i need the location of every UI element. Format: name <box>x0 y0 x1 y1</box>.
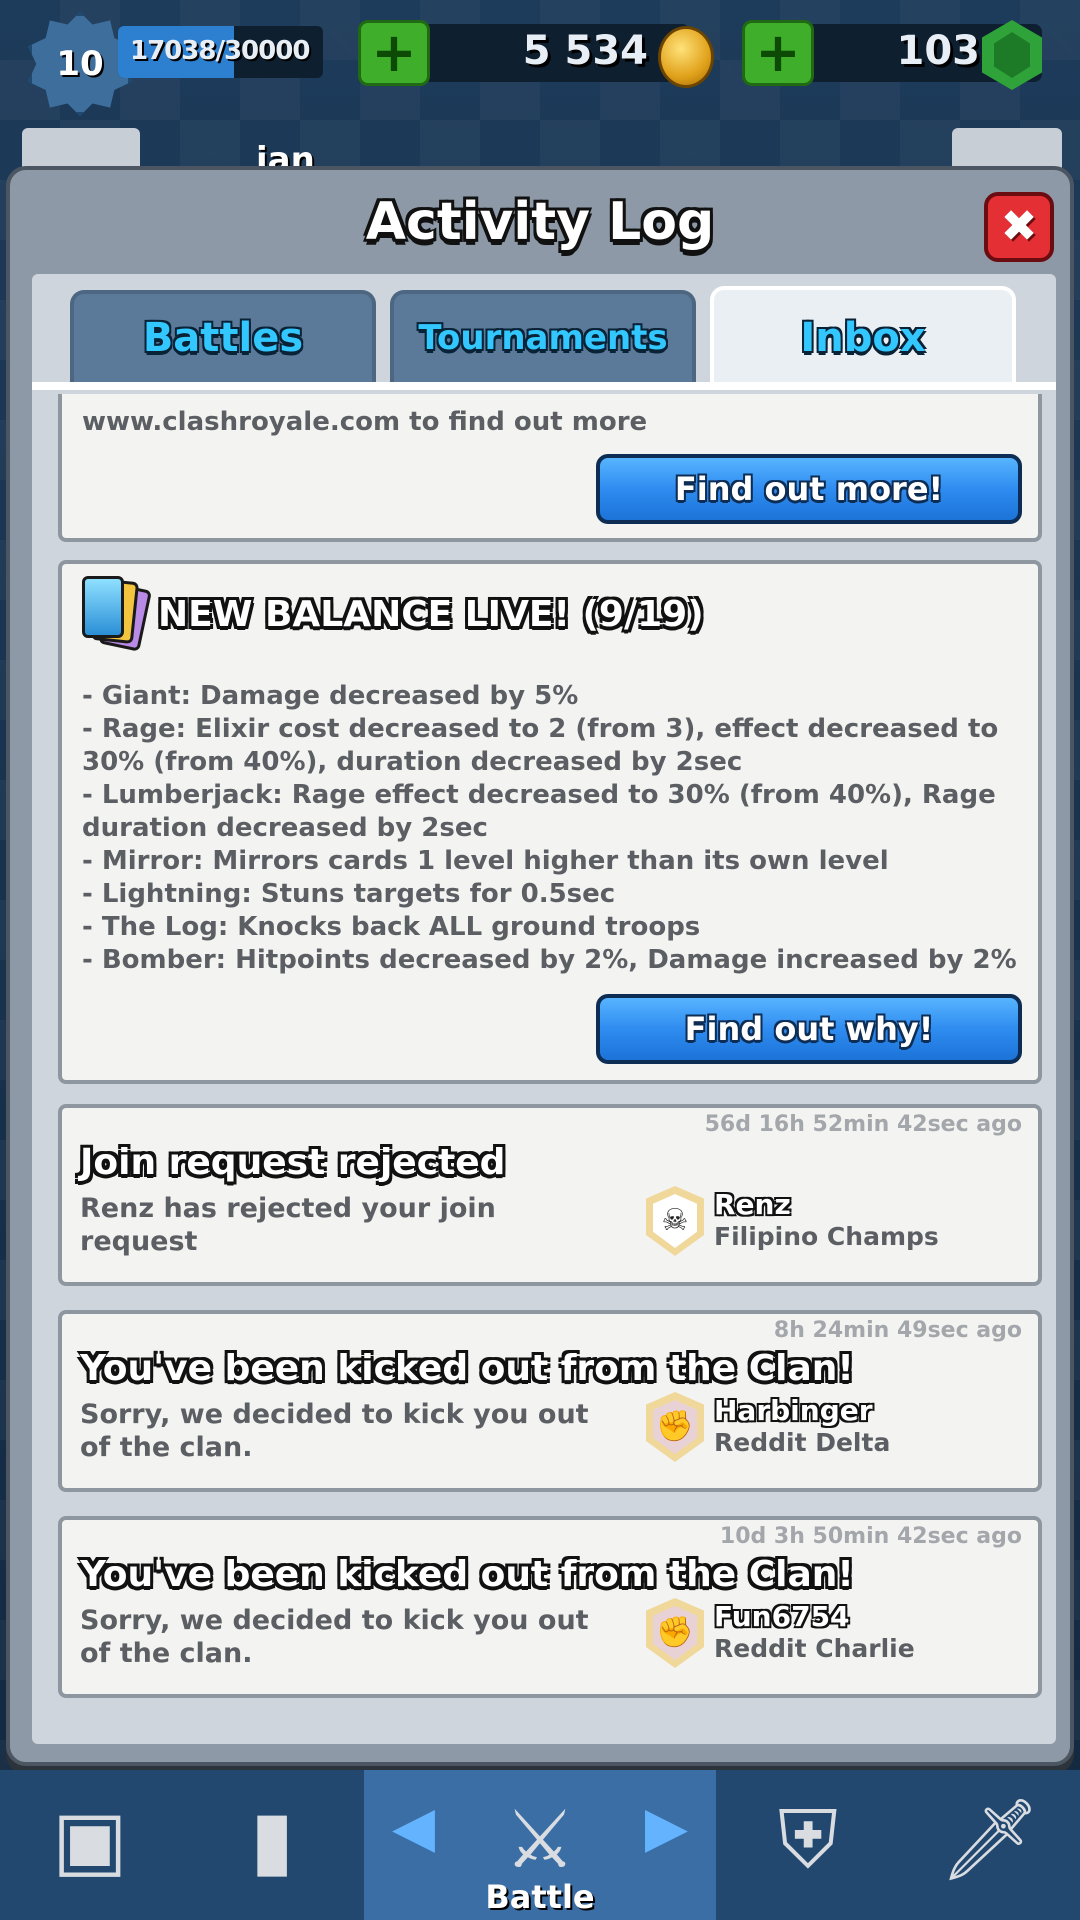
tab-underline <box>32 382 1056 390</box>
balance-line: - Bomber: Hitpoints decreased by 2%, Dam… <box>82 945 1017 975</box>
cards-icon <box>76 572 152 652</box>
gold-value: 5 534 <box>522 28 648 74</box>
message-timestamp: 10d 3h 50min 42sec ago <box>719 1524 1022 1549</box>
news-card-partial: www.clashroyale.com to find out more Fin… <box>58 394 1042 542</box>
message-body: Renz has rejected your join request <box>80 1193 496 1257</box>
message-player: Renz <box>714 1188 791 1221</box>
message-clan: Filipino Champs <box>714 1222 939 1251</box>
plus-icon: + <box>755 21 801 84</box>
find-out-more-button[interactable]: Find out more! <box>596 454 1022 524</box>
balance-line: - Lightning: Stuns targets for 0.5sec <box>82 879 616 909</box>
message-timestamp: 8h 24min 49sec ago <box>773 1318 1022 1343</box>
inbox-message[interactable]: 56d 16h 52min 42sec ago Join request rej… <box>58 1104 1042 1286</box>
balance-line: - Lumberjack: Rage effect decreased to 3… <box>82 780 996 843</box>
chest-icon: ▣ <box>52 1793 128 1886</box>
add-gold-button[interactable]: + <box>358 20 430 86</box>
xp-text: 17038/30000 <box>130 36 310 66</box>
balance-line: - Mirror: Mirrors cards 1 level higher t… <box>82 846 889 876</box>
balance-news-card: NEW BALANCE LIVE! (9/19) - Giant: Damage… <box>58 560 1042 1084</box>
chevron-left-icon: ◀ <box>392 1795 436 1860</box>
nav-cards[interactable]: ▮ <box>180 1770 367 1920</box>
gold-coin-icon <box>658 26 714 88</box>
fist-badge-icon: ✊ <box>646 1598 704 1668</box>
chevron-right-icon: ▶ <box>644 1795 688 1860</box>
balance-title: NEW BALANCE LIVE! (9/19) <box>158 594 704 635</box>
laurel-sword-icon: 🗡 <box>939 1793 1041 1886</box>
bottom-nav: ▣ ▮ ◀ ⚔ ▶ Battle ⛨ 🗡 <box>0 1770 1080 1920</box>
tab-inbox[interactable]: Inbox <box>710 286 1016 386</box>
message-title: Join request rejected <box>80 1142 506 1183</box>
top-hud: 10 17038/30000 + 5 534 + 103 <box>0 0 1080 116</box>
balance-line: - Rage: Elixir cost decreased to 2 (from… <box>82 714 999 777</box>
message-body: Sorry, we decided to kick you out of the… <box>80 1399 589 1463</box>
balance-line: - The Log: Knocks back ALL ground troops <box>82 912 701 942</box>
balance-notes: - Giant: Damage decreased by 5% - Rage: … <box>82 680 1032 977</box>
find-out-why-button[interactable]: Find out why! <box>596 994 1022 1064</box>
nav-tournaments[interactable]: 🗡 <box>900 1770 1080 1920</box>
nav-shop[interactable]: ▣ <box>0 1770 183 1920</box>
tab-battles[interactable]: Battles <box>70 290 376 382</box>
nav-clan[interactable]: ⛨ <box>716 1770 903 1920</box>
crossed-swords-icon: ⚔ <box>504 1793 576 1886</box>
message-title: You've been kicked out from the Clan! <box>80 1554 854 1595</box>
close-button[interactable]: ✖ <box>984 192 1054 262</box>
inbox-message[interactable]: 10d 3h 50min 42sec ago You've been kicke… <box>58 1516 1042 1698</box>
fist-badge-icon: ✊ <box>646 1392 704 1462</box>
message-clan: Reddit Charlie <box>714 1634 915 1663</box>
balance-line: - Giant: Damage decreased by 5% <box>82 681 579 711</box>
message-clan: Reddit Delta <box>714 1428 891 1457</box>
clan-shield-icon: ⛨ <box>778 1793 838 1886</box>
activity-log-modal: Activity Log ✖ Battles Tournaments Inbox… <box>6 166 1074 1766</box>
xp-bar: 17038/30000 <box>118 26 323 78</box>
modal-title: Activity Log <box>365 192 715 252</box>
message-body: Sorry, we decided to kick you out of the… <box>80 1605 589 1669</box>
message-title: You've been kicked out from the Clan! <box>80 1348 854 1389</box>
inbox-message[interactable]: 8h 24min 49sec ago You've been kicked ou… <box>58 1310 1042 1492</box>
nav-battle-label: Battle <box>485 1878 595 1916</box>
close-icon: ✖ <box>1000 201 1038 252</box>
level-number: 10 <box>56 44 104 84</box>
nav-battle[interactable]: ◀ ⚔ ▶ Battle <box>364 1770 719 1920</box>
add-gems-button[interactable]: + <box>742 20 814 86</box>
modal-panel: Battles Tournaments Inbox www.clashroyal… <box>32 274 1056 1744</box>
message-player: Harbinger <box>714 1394 873 1427</box>
plus-icon: + <box>371 21 417 84</box>
skull-badge-icon: ☠ <box>646 1186 704 1256</box>
inbox-list[interactable]: www.clashroyale.com to find out more Fin… <box>32 394 1056 1744</box>
message-player: Fun6754 <box>714 1600 850 1633</box>
cards-icon: ▮ <box>249 1793 295 1886</box>
tab-tournaments[interactable]: Tournaments <box>390 290 696 382</box>
message-timestamp: 56d 16h 52min 42sec ago <box>704 1112 1022 1137</box>
gem-value: 103 <box>896 28 981 74</box>
news-card-text: www.clashroyale.com to find out more <box>82 407 648 437</box>
